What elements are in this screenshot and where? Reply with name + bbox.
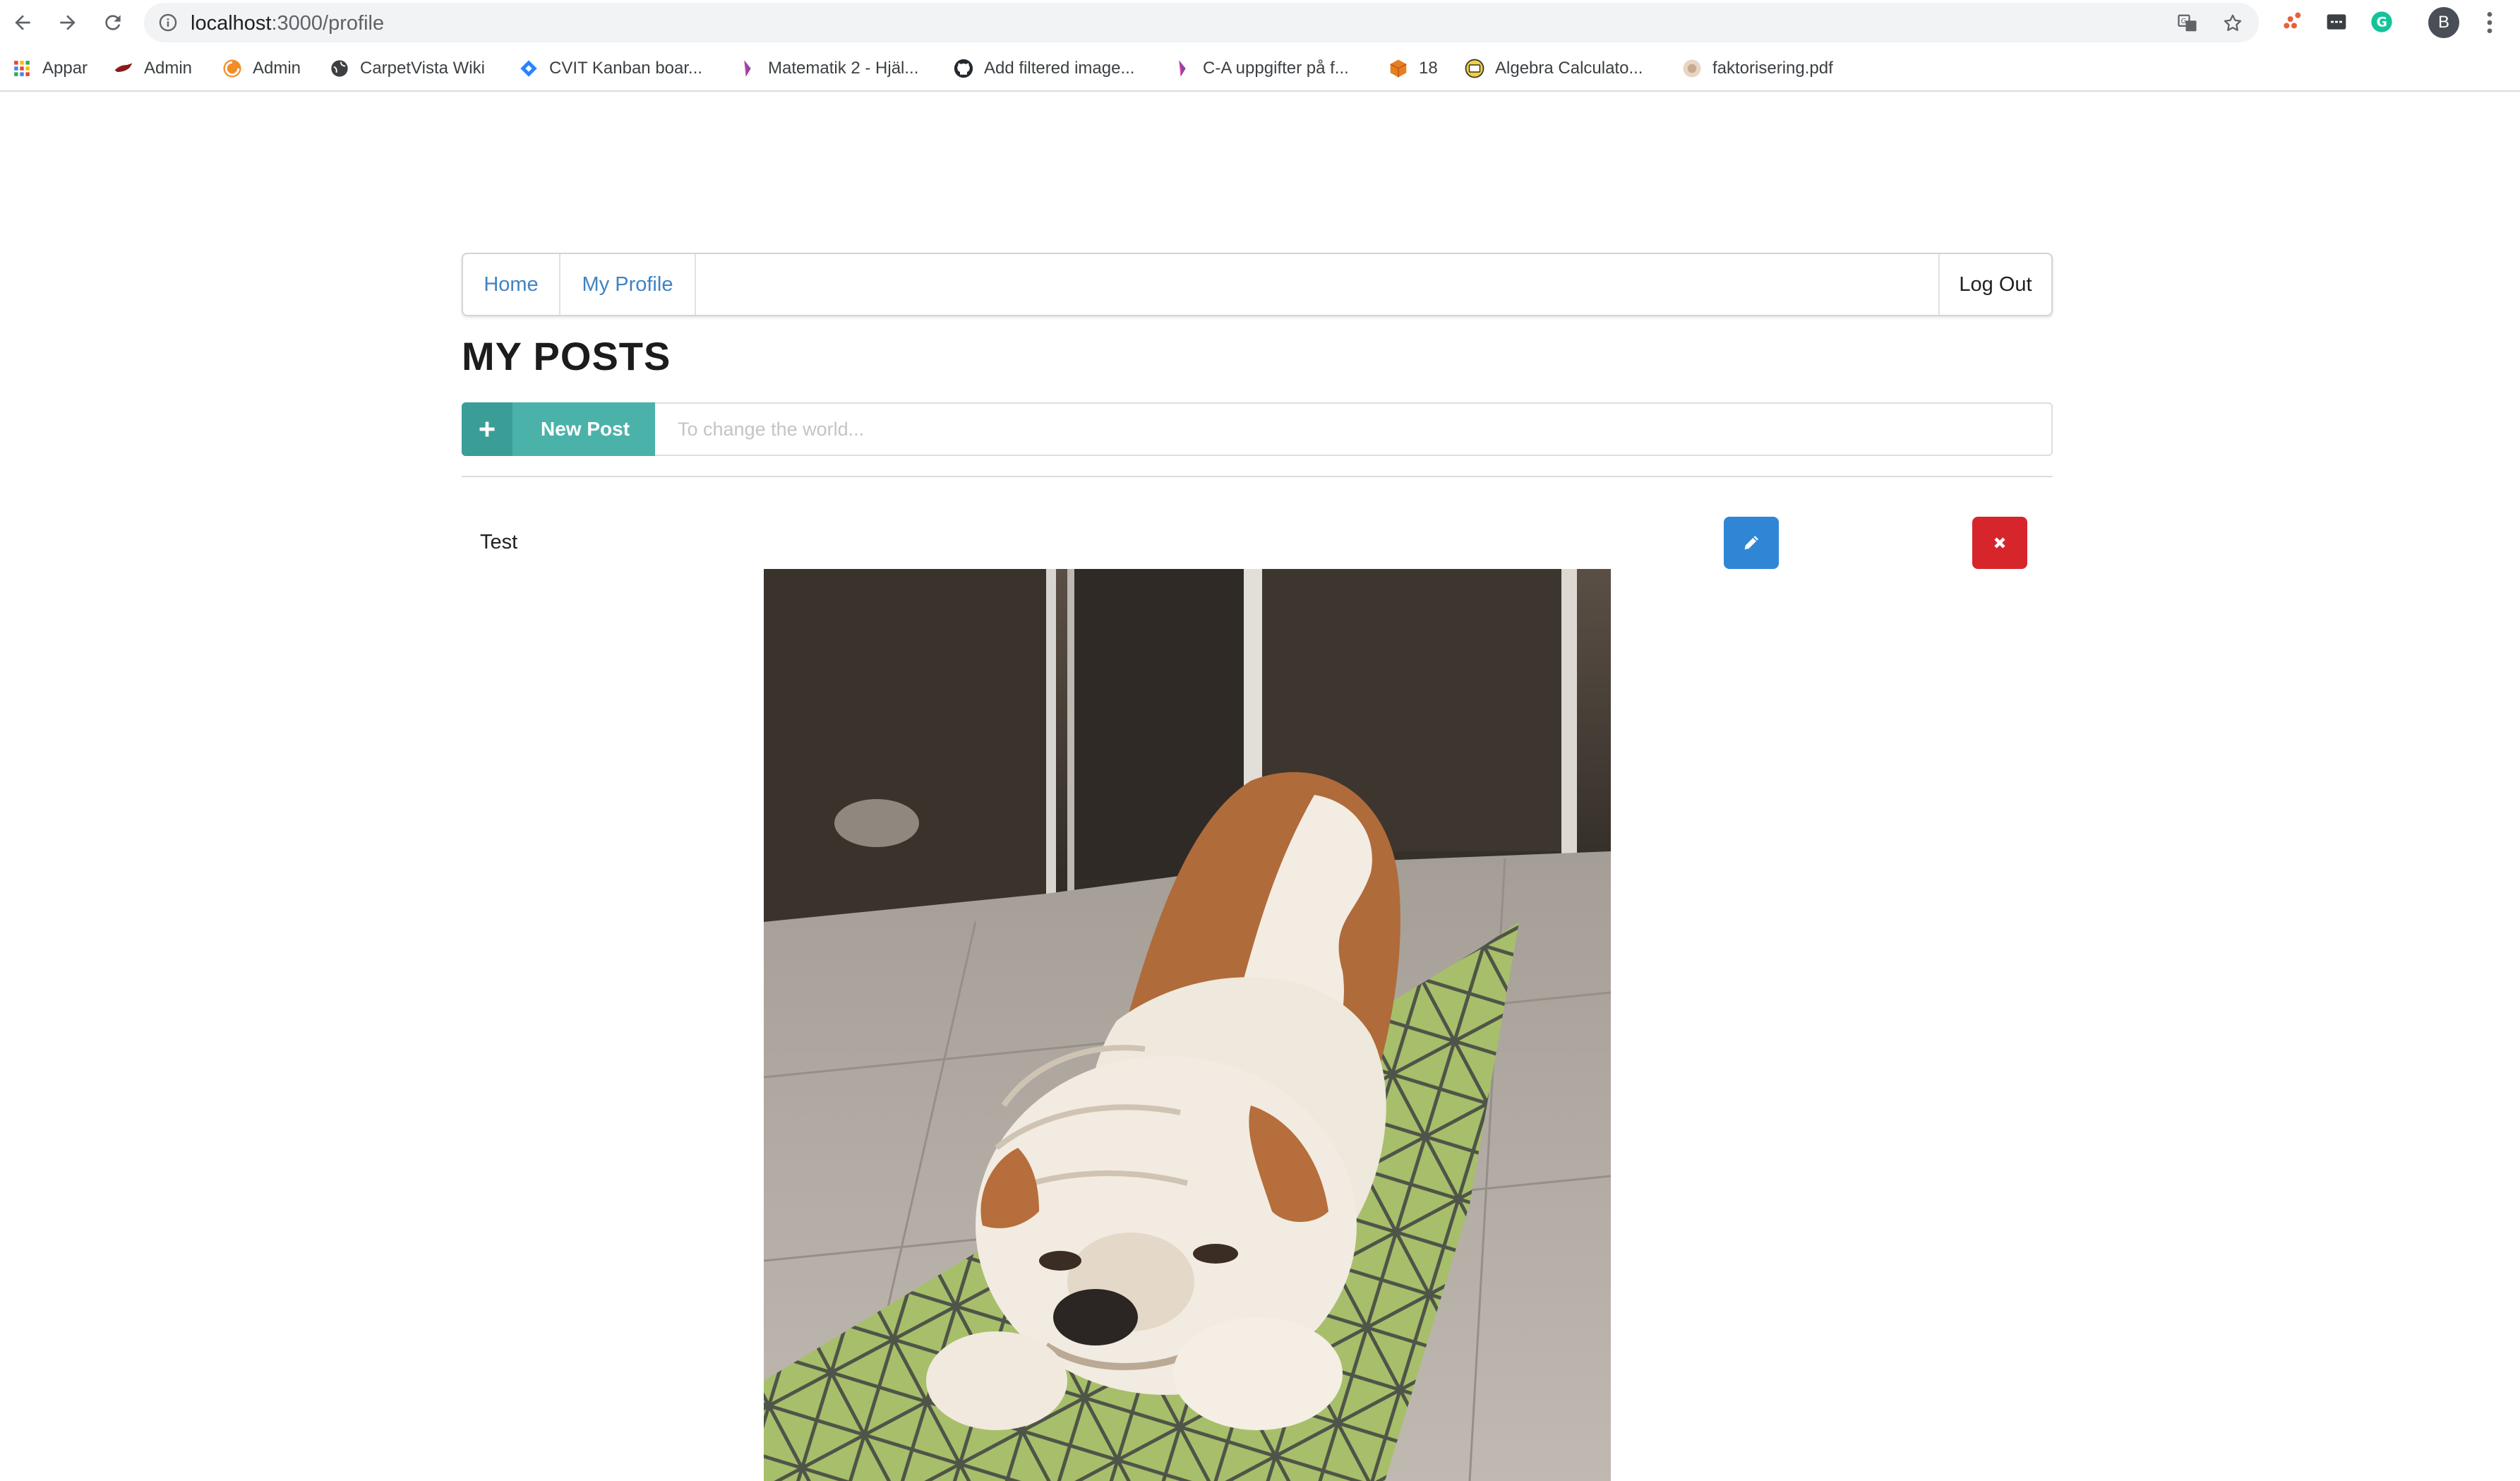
back-arrow-icon[interactable] <box>7 7 38 38</box>
calculator-icon <box>1464 58 1485 79</box>
menu-divider <box>695 254 696 315</box>
logout-button[interactable]: Log Out <box>1940 254 2051 315</box>
menu-item-my-profile[interactable]: My Profile <box>560 254 695 315</box>
bookmark-cvit-kanban[interactable]: CVIT Kanban boar... <box>518 55 702 82</box>
main-menu: Home My Profile Log Out <box>462 253 2053 316</box>
bookmark-label: Admin <box>144 59 193 78</box>
pen-icon <box>737 58 758 79</box>
bookmark-admin[interactable]: Admin <box>113 55 192 82</box>
bookmark-label: C-A uppgifter på f... <box>1203 59 1349 78</box>
page-title: MY POSTS <box>462 334 671 378</box>
bookmark-appar[interactable]: Appar <box>11 55 88 82</box>
pdf-icon <box>1681 58 1703 79</box>
new-post-button[interactable]: New Post <box>462 402 655 456</box>
bulldog-photo <box>764 569 1611 1481</box>
bird-icon <box>113 58 134 79</box>
post-text-input[interactable] <box>655 402 2053 456</box>
bookmark-label: Add filtered image... <box>984 59 1135 78</box>
bookmark-label: faktorisering.pdf <box>1712 59 1833 78</box>
bookmark-label: CarpetVista Wiki <box>360 59 485 78</box>
address-bar[interactable]: localhost:3000/profile G <box>144 3 2259 42</box>
bookmark-admin-2[interactable]: Admin <box>222 55 301 82</box>
bookmark-c-a-uppgifter[interactable]: C-A uppgifter på f... <box>1172 55 1349 82</box>
extension-icon[interactable] <box>2279 9 2304 35</box>
bookmark-faktorisering-pdf[interactable]: faktorisering.pdf <box>1681 55 1833 82</box>
cube-icon <box>1388 58 1409 79</box>
edit-post-button[interactable] <box>1724 517 1779 569</box>
bookmark-label: Matematik 2 - Hjäl... <box>768 59 919 78</box>
bookmark-add-filtered-image[interactable]: Add filtered image... <box>953 55 1134 82</box>
svg-text:G: G <box>2377 16 2387 30</box>
bookmark-label: CVIT Kanban boar... <box>549 59 703 78</box>
star-icon[interactable] <box>2222 13 2243 34</box>
delete-post-button[interactable] <box>1972 517 2027 569</box>
bookmark-algebra-calculator[interactable]: Algebra Calculato... <box>1464 55 1643 82</box>
reload-icon[interactable] <box>97 7 128 38</box>
globe-icon <box>329 58 350 79</box>
new-post-label: New Post <box>541 418 630 440</box>
menu-item-home[interactable]: Home <box>463 254 559 315</box>
extension-icon[interactable] <box>2324 9 2349 35</box>
url-text: localhost:3000/profile <box>191 12 385 35</box>
bookmark-label: Algebra Calculato... <box>1495 59 1643 78</box>
swirl-icon <box>222 58 243 79</box>
jira-diamond-icon <box>518 58 539 79</box>
info-icon[interactable] <box>158 13 178 32</box>
divider <box>462 476 2053 477</box>
browser-toolbar: localhost:3000/profile G G B <box>0 0 2520 45</box>
post-image <box>764 569 1611 1481</box>
post-text: Test <box>480 531 518 553</box>
github-icon <box>953 58 974 79</box>
bookmark-18[interactable]: 18 <box>1388 55 1438 82</box>
forward-arrow-icon[interactable] <box>52 7 83 38</box>
new-post-form: New Post <box>462 402 2053 456</box>
close-icon <box>1994 537 2005 548</box>
pen-icon <box>1172 58 1193 79</box>
bookmark-label: Admin <box>253 59 301 78</box>
apps-grid-icon <box>11 58 32 79</box>
svg-text:G: G <box>2181 18 2187 25</box>
menu-dots-icon[interactable] <box>2479 8 2500 37</box>
bookmark-carpetvista-wiki[interactable]: CarpetVista Wiki <box>329 55 485 82</box>
pencil-icon <box>1744 536 1758 550</box>
bookmark-label: Appar <box>42 59 88 78</box>
translate-icon[interactable]: G <box>2177 13 2198 34</box>
bookmark-matematik[interactable]: Matematik 2 - Hjäl... <box>737 55 918 82</box>
grammarly-icon[interactable]: G <box>2369 9 2394 35</box>
plus-icon <box>462 402 512 456</box>
bookmark-label: 18 <box>1419 59 1438 78</box>
avatar[interactable]: B <box>2428 7 2459 38</box>
bookmarks-bar: Appar Admin Admin CarpetVista Wiki CVIT … <box>0 45 2520 92</box>
